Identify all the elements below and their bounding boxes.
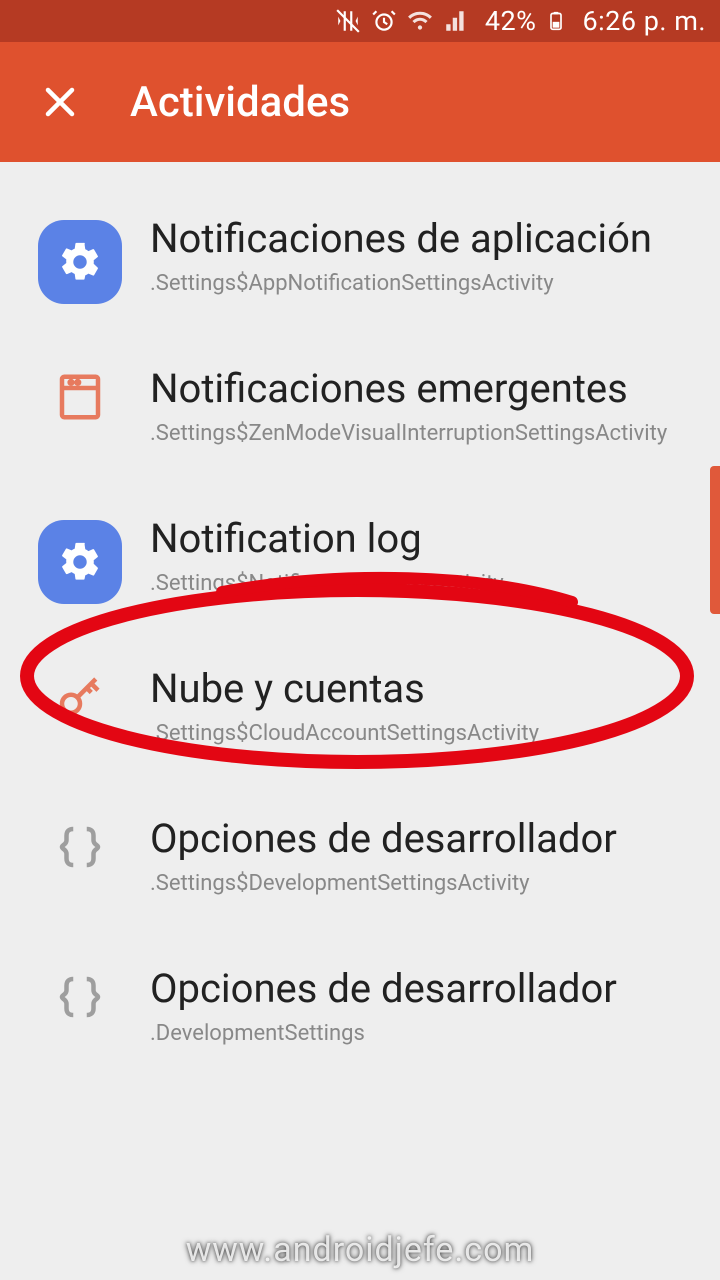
activity-item-subtitle: .Settings$ZenModeVisualInterruptionSetti…: [150, 420, 690, 448]
close-button[interactable]: [30, 72, 90, 132]
activity-item-subtitle: .Settings$DevelopmentSettingsActivity: [150, 870, 690, 898]
activity-item-title: Nube y cuentas: [150, 666, 690, 712]
gear-icon: [30, 516, 130, 604]
activity-item-developer-options-2[interactable]: Opciones de desarrollador .DevelopmentSe…: [0, 942, 720, 1092]
key-icon: [30, 666, 130, 724]
activity-item-title: Notificaciones de aplicación: [150, 216, 690, 262]
app-bar: Actividades: [0, 42, 720, 162]
app-bar-title: Actividades: [130, 78, 350, 127]
activity-item-developer-options[interactable]: Opciones de desarrollador .Settings$Deve…: [0, 792, 720, 942]
activity-list: Notificaciones de aplicación .Settings$A…: [0, 162, 720, 1092]
watermark-text: www.androidjefe.com: [0, 1230, 720, 1270]
activity-item-title: Opciones de desarrollador: [150, 816, 690, 862]
activity-item-subtitle: .Settings$NotificationStationActivity: [150, 570, 690, 598]
activity-item-title: Notification log: [150, 516, 690, 562]
gear-icon: [30, 216, 130, 304]
alarm-icon: [371, 8, 397, 34]
vibrate-icon: [335, 8, 361, 34]
activity-item-heads-up-notifications[interactable]: Notificaciones emergentes .Settings$ZenM…: [0, 342, 720, 492]
braces-icon: [30, 816, 130, 874]
activity-item-subtitle: .Settings$CloudAccountSettingsActivity: [150, 720, 690, 748]
wifi-icon: [407, 8, 433, 34]
signal-icon: [443, 8, 469, 34]
braces-icon: [30, 966, 130, 1024]
activity-item-app-notifications[interactable]: Notificaciones de aplicación .Settings$A…: [0, 192, 720, 342]
scrollbar-thumb[interactable]: [710, 466, 720, 614]
battery-icon: [546, 7, 566, 35]
activity-item-subtitle: .DevelopmentSettings: [150, 1020, 690, 1048]
activity-item-notification-log[interactable]: Notification log .Settings$NotificationS…: [0, 492, 720, 642]
status-icons: 42% 6:26 p. m.: [335, 5, 706, 37]
archive-icon: [30, 366, 130, 424]
activity-item-title: Notificaciones emergentes: [150, 366, 690, 412]
status-clock: 6:26 p. m.: [582, 5, 706, 37]
activity-item-cloud-accounts[interactable]: Nube y cuentas .Settings$CloudAccountSet…: [0, 642, 720, 792]
activity-item-title: Opciones de desarrollador: [150, 966, 690, 1012]
status-bar: 42% 6:26 p. m.: [0, 0, 720, 42]
activity-item-subtitle: .Settings$AppNotificationSettingsActivit…: [150, 270, 690, 298]
battery-percent: 42%: [485, 5, 537, 37]
